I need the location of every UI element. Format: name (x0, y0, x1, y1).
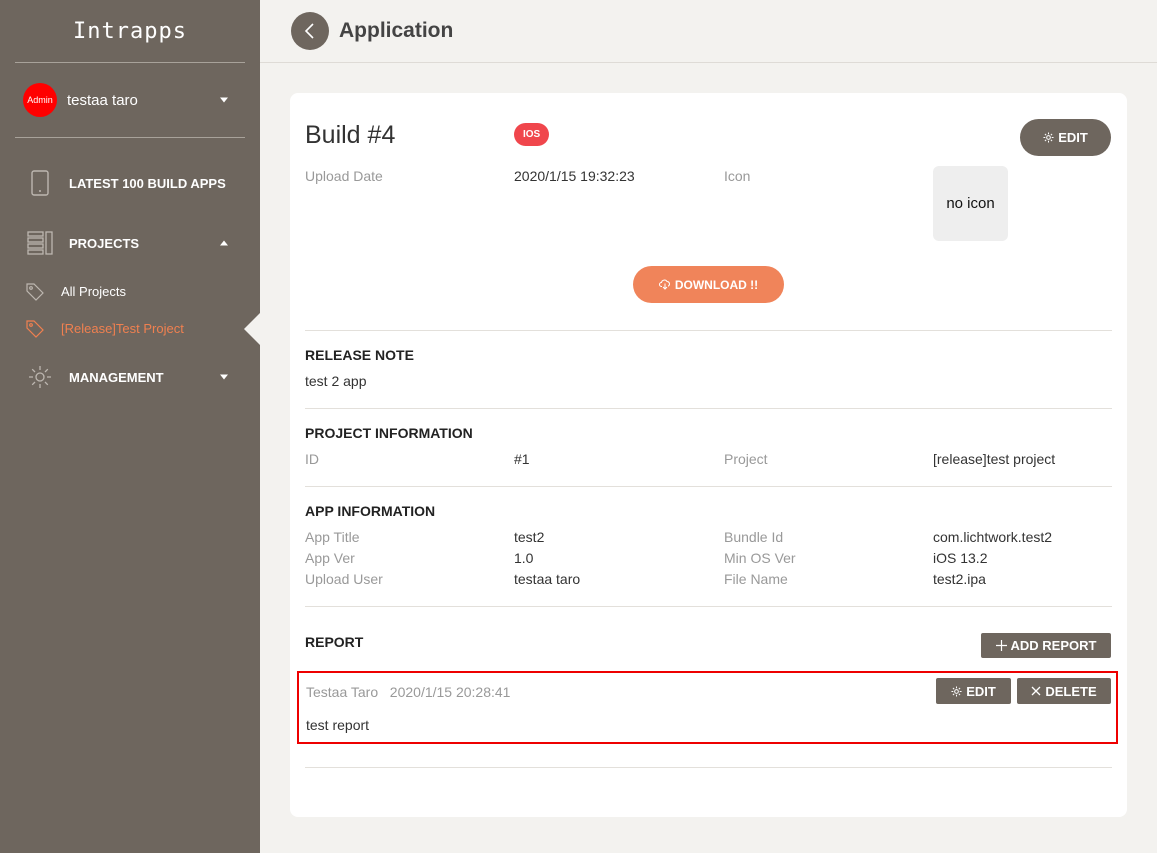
app-title-value: test2 (514, 529, 545, 545)
tag-icon (26, 282, 46, 302)
project-info-title: PROJECT INFORMATION (305, 425, 473, 441)
page-title: Application (339, 19, 454, 42)
edit-label: EDIT (966, 683, 996, 699)
nav-latest-builds[interactable]: LATEST 100 BUILD APPS (0, 153, 260, 213)
gear-icon (951, 685, 962, 697)
download-button[interactable]: DOWNLOAD !! (633, 266, 784, 303)
min-os-value: iOS 13.2 (933, 550, 988, 566)
close-icon (1031, 686, 1041, 696)
page-header: Application (260, 0, 1157, 63)
nav-label: PROJECTS (69, 235, 140, 251)
user-menu[interactable]: Admin testaa taro (0, 63, 260, 137)
min-os-label: Min OS Ver (724, 550, 796, 566)
report-meta: Testaa Taro 2020/1/15 20:28:41 (306, 684, 510, 700)
divider (305, 767, 1112, 768)
file-name-value: test2.ipa (933, 571, 986, 587)
delete-label: DELETE (1045, 683, 1097, 699)
release-note-text: test 2 app (305, 373, 367, 389)
build-title: Build #4 (305, 121, 396, 149)
project-label: Project (724, 451, 768, 467)
upload-user-value: testaa taro (514, 571, 581, 587)
report-title: REPORT (305, 634, 364, 650)
add-report-button[interactable]: ADD REPORT (981, 633, 1111, 658)
nav-all-projects[interactable]: All Projects (0, 273, 260, 310)
nav-label: All Projects (61, 284, 127, 299)
project-value[interactable]: [release]test project (933, 451, 1055, 467)
chevron-up-icon (220, 240, 228, 246)
nav-test-project[interactable]: [Release]Test Project (0, 310, 260, 347)
gear-icon (27, 364, 53, 390)
edit-report-button[interactable]: EDIT (936, 678, 1011, 704)
nav-label: [Release]Test Project (61, 321, 184, 336)
upload-date-label: Upload Date (305, 168, 383, 184)
user-name: testaa taro (67, 91, 138, 109)
nav-label: MANAGEMENT (69, 369, 164, 385)
active-indicator (244, 312, 260, 345)
sidebar: Intrapps Admin testaa taro LATEST 100 BU… (0, 0, 260, 853)
report-author: Testaa Taro (306, 684, 379, 700)
chevron-down-icon (220, 97, 228, 103)
report-text: test report (306, 717, 370, 733)
file-name-label: File Name (724, 571, 788, 587)
nav-label: LATEST 100 BUILD APPS (69, 175, 226, 191)
plus-icon (995, 640, 1007, 651)
app-ver-label: App Ver (305, 550, 355, 566)
add-report-label: ADD REPORT (1010, 638, 1097, 653)
edit-label: EDIT (1058, 130, 1088, 145)
app-info-title: APP INFORMATION (305, 503, 436, 519)
icon-label: Icon (724, 168, 751, 184)
chevron-down-icon (220, 374, 228, 380)
avatar: Admin (23, 83, 57, 117)
gear-icon (1043, 132, 1054, 143)
download-label: DOWNLOAD !! (674, 277, 759, 292)
brand-logo[interactable]: Intrapps (0, 0, 260, 62)
release-note-title: RELEASE NOTE (305, 347, 414, 363)
edit-build-button[interactable]: EDIT (1020, 119, 1111, 156)
cloud-download-icon (658, 279, 671, 290)
list-icon (27, 230, 53, 256)
divider (305, 330, 1112, 331)
phone-icon (27, 170, 53, 196)
upload-date-value: 2020/1/15 19:32:23 (514, 168, 635, 184)
app-icon-placeholder: no icon (933, 166, 1008, 241)
report-item: Testaa Taro 2020/1/15 20:28:41 EDIT DELE… (297, 671, 1118, 744)
app-title-label: App Title (305, 529, 360, 545)
nav-projects[interactable]: PROJECTS (0, 213, 260, 273)
project-id-label: ID (305, 451, 319, 467)
nav-management[interactable]: MANAGEMENT (0, 347, 260, 407)
app-ver-value: 1.0 (514, 550, 534, 566)
project-id-value: #1 (514, 451, 530, 467)
platform-badge: IOS (514, 123, 550, 146)
upload-user-label: Upload User (305, 571, 383, 587)
build-card: Build #4 IOS EDIT Upload Date 2020/1/15 … (290, 93, 1127, 817)
divider (305, 606, 1112, 607)
back-button[interactable] (291, 12, 329, 50)
chevron-left-icon (304, 23, 314, 39)
bundle-id-value: com.lichtwork.test2 (933, 529, 1053, 545)
bundle-id-label: Bundle Id (724, 529, 784, 545)
tag-icon (26, 319, 46, 339)
delete-report-button[interactable]: DELETE (1017, 678, 1111, 704)
divider (305, 408, 1112, 409)
divider (305, 486, 1112, 487)
report-date: 2020/1/15 20:28:41 (389, 684, 511, 700)
